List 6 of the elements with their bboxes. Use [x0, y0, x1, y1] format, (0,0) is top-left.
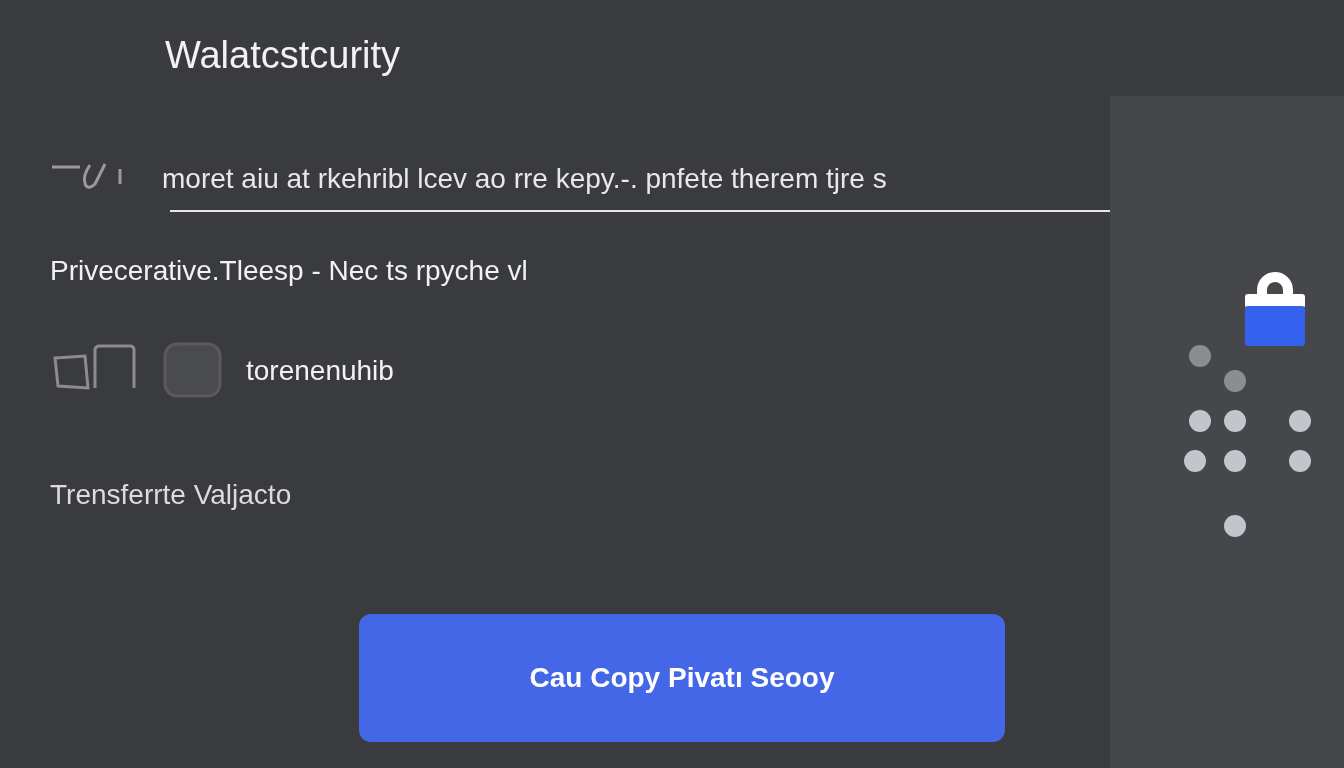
instruction-text: moret aiu at rkehribl lcev ao rre kepy.-. pnfete therem tjre s	[162, 162, 887, 196]
copy-button[interactable]: Cau Copy Pivatı Seooy	[359, 614, 1005, 742]
notice-text: Privecerative.Tleesp - Nec ts rpyche vl	[50, 254, 528, 288]
option-text: torenenuhib	[246, 354, 394, 388]
transfer-link[interactable]: Trensferrte Valjacto	[50, 474, 292, 516]
page-title: Walatcstcurity	[165, 34, 401, 76]
